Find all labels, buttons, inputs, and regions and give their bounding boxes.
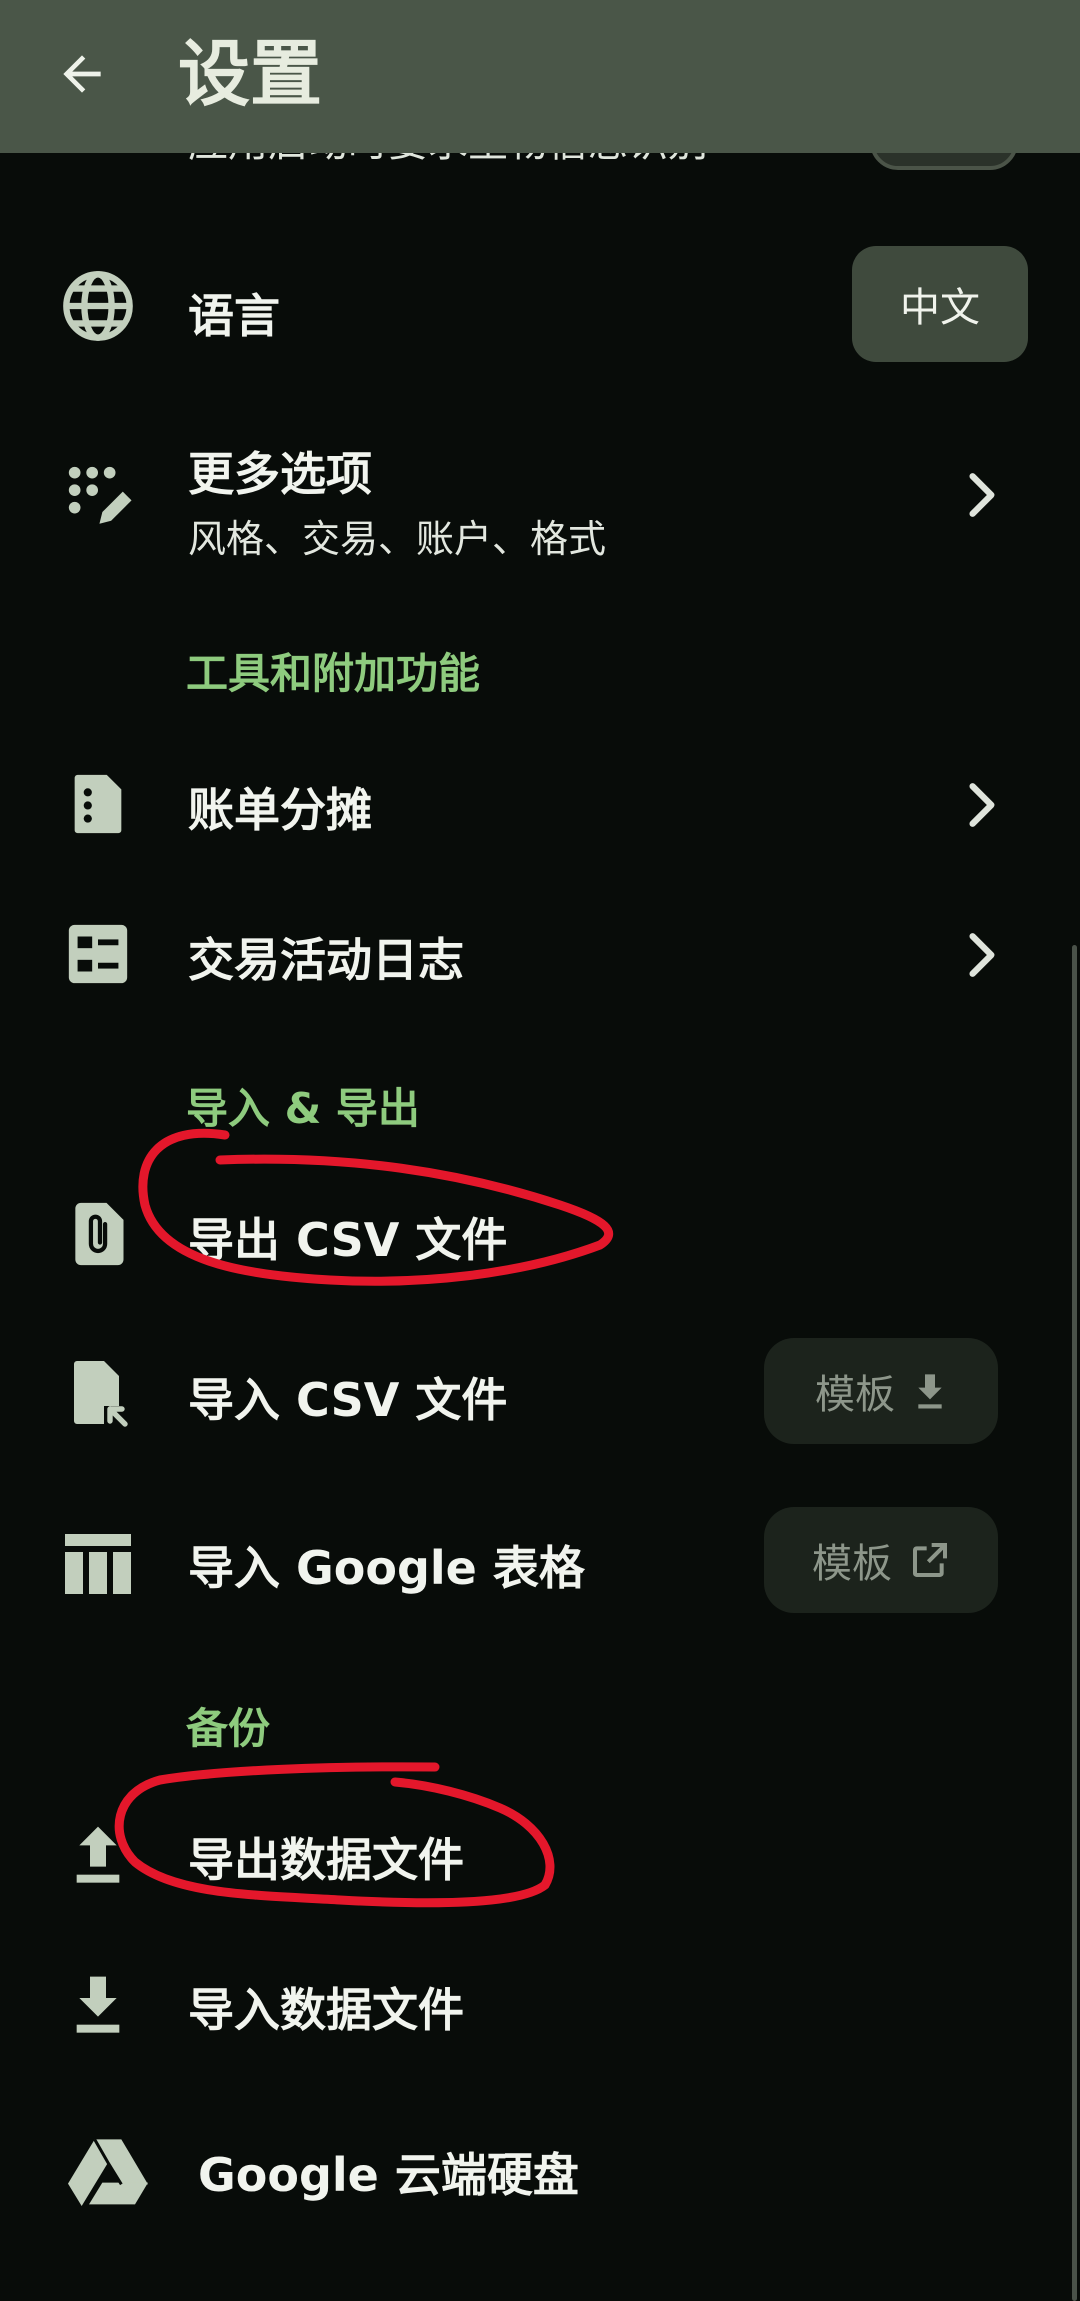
- chevron-right-icon: [958, 470, 1008, 520]
- checklist-icon: [56, 912, 140, 996]
- google-drive-icon: [66, 2129, 150, 2213]
- chevron-right-icon: [958, 780, 1008, 830]
- arrow-left-icon: [63, 55, 101, 93]
- settings-screen: 应用启动时要求生物信息识别 设置 语言 中文: [0, 0, 1080, 2301]
- upload-icon: [56, 1814, 140, 1898]
- file-clip-icon: [56, 1192, 140, 1276]
- dots-pen-icon: [56, 454, 140, 538]
- export-csv-label: 导出 CSV 文件: [188, 1213, 508, 1267]
- file-import-icon: [56, 1352, 140, 1436]
- page-title: 设置: [178, 32, 323, 116]
- activity-log-row[interactable]: 交易活动日志: [0, 900, 1080, 1010]
- globe-icon: [56, 264, 140, 348]
- more-options-label: 更多选项: [188, 447, 372, 501]
- download-icon: [918, 1374, 942, 1409]
- split-bill-label: 账单分摊: [188, 783, 372, 837]
- import-data-row[interactable]: 导入数据文件: [0, 1950, 1080, 2060]
- import-csv-label: 导入 CSV 文件: [188, 1373, 508, 1427]
- export-data-row[interactable]: 导出数据文件: [0, 1800, 1080, 1910]
- import-sheets-label: 导入 Google 表格: [188, 1541, 585, 1595]
- import-csv-template-button[interactable]: 模板: [764, 1338, 998, 1444]
- section-header-import-export: 导入 & 导出: [186, 1084, 420, 1133]
- download-icon: [56, 1964, 140, 2048]
- section-header-backup: 备份: [186, 1704, 271, 1753]
- back-button[interactable]: [42, 34, 122, 114]
- import-sheets-template-button[interactable]: 模板: [764, 1507, 998, 1613]
- google-drive-row[interactable]: Google 云端硬盘: [0, 2115, 1080, 2225]
- scrollbar[interactable]: [1072, 945, 1077, 2301]
- language-label: 语言: [188, 289, 280, 343]
- more-options-subtitle: 风格、交易、账户、格式: [188, 517, 607, 561]
- template-label: 模板: [812, 1541, 892, 1587]
- google-drive-label: Google 云端硬盘: [198, 2148, 579, 2202]
- activity-log-label: 交易活动日志: [188, 933, 464, 987]
- more-options-row[interactable]: 更多选项 风格、交易、账户、格式: [0, 420, 1080, 570]
- template-label: 模板: [815, 1372, 895, 1418]
- section-header-tools: 工具和附加功能: [186, 649, 481, 698]
- file-dots-icon: [56, 762, 140, 846]
- app-bar: 设置: [0, 0, 1080, 153]
- export-csv-row[interactable]: 导出 CSV 文件: [0, 1180, 1080, 1290]
- chevron-right-icon: [958, 930, 1008, 980]
- export-data-label: 导出数据文件: [188, 1833, 464, 1887]
- open-external-icon: [913, 1543, 947, 1577]
- table-icon: [56, 1522, 140, 1606]
- split-bill-row[interactable]: 账单分摊: [0, 750, 1080, 860]
- language-value-chip[interactable]: 中文: [852, 246, 1028, 362]
- import-data-label: 导入数据文件: [188, 1983, 464, 2037]
